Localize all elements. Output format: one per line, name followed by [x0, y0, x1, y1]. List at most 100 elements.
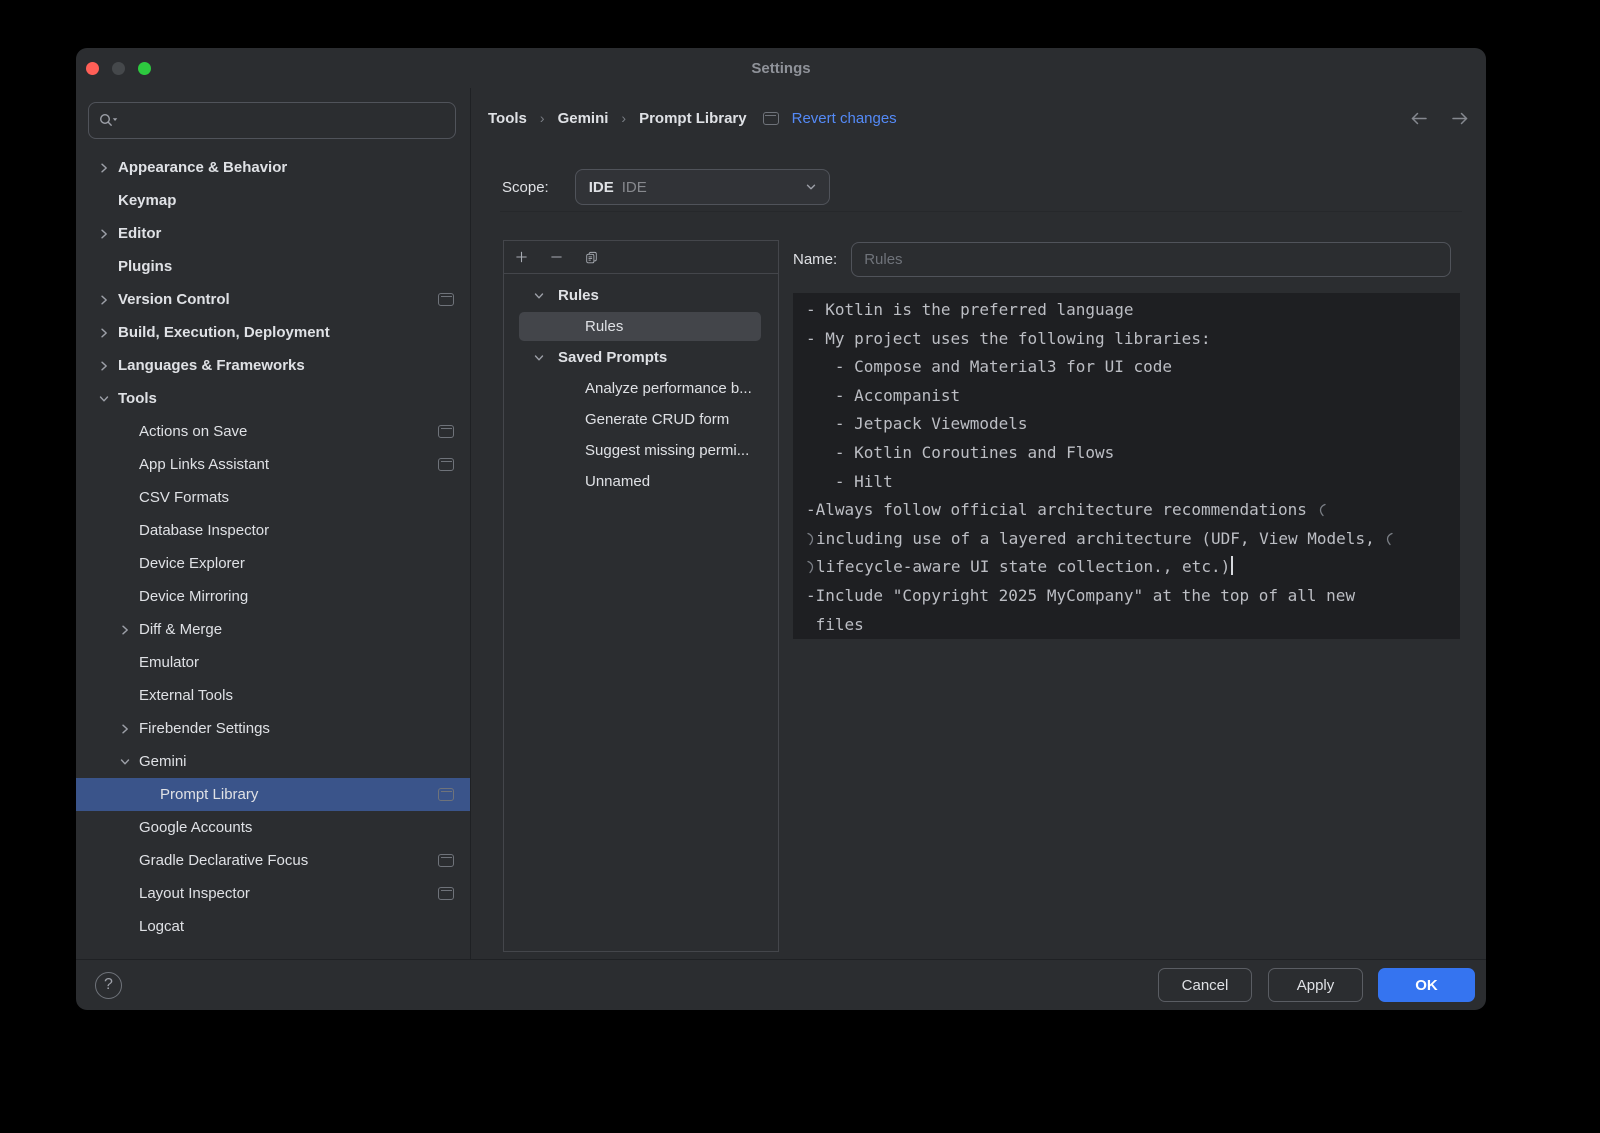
chevron-spacer: [117, 853, 139, 869]
chevron-down-icon[interactable]: [117, 754, 139, 770]
sidebar-item-diff-merge[interactable]: Diff & Merge: [76, 613, 470, 646]
sidebar-item-prompt-library[interactable]: Prompt Library: [76, 778, 470, 811]
sidebar-item-appearance-behavior[interactable]: Appearance & Behavior: [76, 151, 470, 184]
sidebar-item-version-control[interactable]: Version Control: [76, 283, 470, 316]
zoom-window-button[interactable]: [138, 62, 151, 75]
sidebar-item-external-tools[interactable]: External Tools: [76, 679, 470, 712]
apply-button[interactable]: Apply: [1268, 968, 1363, 1002]
soft-wrap-icon: [1384, 527, 1394, 556]
editor-line-text: -Include "Copyright 2025 MyCompany" at t…: [806, 586, 1355, 605]
prompt-tree-item-saved-prompts[interactable]: Saved Prompts: [504, 342, 778, 373]
sidebar-item-label: Plugins: [118, 258, 172, 275]
chevron-right-icon[interactable]: [96, 160, 118, 176]
sidebar-item-label: Editor: [118, 225, 161, 242]
sidebar-item-label: Appearance & Behavior: [118, 159, 287, 176]
chevron-right-icon[interactable]: [117, 721, 139, 737]
settings-content: Tools›Gemini›Prompt LibraryRevert change…: [471, 88, 1486, 960]
add-prompt-button[interactable]: [509, 245, 534, 270]
breadcrumb-segment-tools[interactable]: Tools: [488, 110, 527, 127]
sidebar-item-device-mirroring[interactable]: Device Mirroring: [76, 580, 470, 613]
editor-line-text: -Always follow official architecture rec…: [806, 500, 1317, 519]
section-divider: [500, 211, 1462, 212]
prompt-tree-item-rules[interactable]: Rules: [504, 280, 778, 311]
sidebar-item-tools[interactable]: Tools: [76, 382, 470, 415]
prompt-tree-item-analyze-performance-b[interactable]: Analyze performance b...: [504, 373, 778, 404]
editor-line: files: [806, 611, 1460, 640]
prompt-tree-item-unnamed[interactable]: Unnamed: [504, 466, 778, 497]
sidebar-item-keymap[interactable]: Keymap: [76, 184, 470, 217]
name-label: Name:: [793, 251, 837, 268]
sidebar-item-plugins[interactable]: Plugins: [76, 250, 470, 283]
breadcrumb-segment-prompt-library[interactable]: Prompt Library: [639, 110, 747, 127]
remove-prompt-button[interactable]: [544, 245, 569, 270]
sidebar-item-database-inspector[interactable]: Database Inspector: [76, 514, 470, 547]
sidebar-item-label: Gradle Declarative Focus: [139, 852, 308, 869]
scope-dropdown[interactable]: IDE IDE: [575, 169, 830, 205]
chevron-down-icon[interactable]: [531, 350, 558, 366]
prompt-tree: RulesRulesSaved PromptsAnalyze performan…: [504, 274, 778, 497]
sidebar-item-layout-inspector[interactable]: Layout Inspector: [76, 877, 470, 910]
title-bar: Settings: [76, 48, 1486, 88]
chevron-right-icon[interactable]: [96, 358, 118, 374]
sidebar-item-gemini[interactable]: Gemini: [76, 745, 470, 778]
prompt-tree-item-label: Analyze performance b...: [585, 380, 752, 397]
search-input[interactable]: [88, 102, 456, 139]
sidebar-item-csv-formats[interactable]: CSV Formats: [76, 481, 470, 514]
editor-line: - Jetpack Viewmodels: [806, 410, 1460, 439]
chevron-spacer: [96, 193, 118, 209]
breadcrumb-segment-gemini[interactable]: Gemini: [558, 110, 609, 127]
chevron-right-icon[interactable]: [96, 226, 118, 242]
prompt-toolbar: [504, 241, 778, 274]
sidebar-item-emulator[interactable]: Emulator: [76, 646, 470, 679]
sidebar-item-label: Tools: [118, 390, 157, 407]
sidebar-item-editor[interactable]: Editor: [76, 217, 470, 250]
prompt-tree-item-label: Generate CRUD form: [585, 411, 729, 428]
prompt-tree-item-generate-crud-form[interactable]: Generate CRUD form: [504, 404, 778, 435]
editor-line-text: - Compose and Material3 for UI code: [806, 357, 1172, 376]
prompt-tree-item-rules-selected[interactable]: Rules: [504, 311, 778, 342]
scope-value-prefix: IDE: [589, 179, 614, 196]
editor-line: -Include "Copyright 2025 MyCompany" at t…: [806, 582, 1460, 611]
editor-line: lifecycle-aware UI state collection., et…: [806, 553, 1460, 582]
chevron-right-icon[interactable]: [96, 292, 118, 308]
prompt-tree-item-label: Unnamed: [585, 473, 650, 490]
chevron-right-icon[interactable]: [117, 622, 139, 638]
sidebar-item-firebender-settings[interactable]: Firebender Settings: [76, 712, 470, 745]
sidebar-item-app-links-assistant[interactable]: App Links Assistant: [76, 448, 470, 481]
chevron-down-icon: [803, 179, 819, 195]
back-arrow-icon[interactable]: [1409, 111, 1430, 126]
cancel-button[interactable]: Cancel: [1158, 968, 1252, 1002]
editor-line: - Accompanist: [806, 382, 1460, 411]
sidebar-item-actions-on-save[interactable]: Actions on Save: [76, 415, 470, 448]
forward-arrow-icon[interactable]: [1449, 111, 1470, 126]
prompt-text-editor[interactable]: - Kotlin is the preferred language- My p…: [793, 293, 1460, 639]
settings-window: Settings Appearance & Behavior Keymap Edit…: [76, 48, 1486, 1010]
help-button[interactable]: ?: [95, 972, 122, 999]
prompt-tree-item-suggest-missing-permi[interactable]: Suggest missing permi...: [504, 435, 778, 466]
sidebar-item-gradle-declarative-focus[interactable]: Gradle Declarative Focus: [76, 844, 470, 877]
close-window-button[interactable]: [86, 62, 99, 75]
sidebar-item-google-accounts[interactable]: Google Accounts: [76, 811, 470, 844]
chevron-down-icon[interactable]: [96, 391, 118, 407]
name-row: Name:: [793, 242, 1451, 277]
sidebar-item-device-explorer[interactable]: Device Explorer: [76, 547, 470, 580]
sidebar-item-languages-frameworks[interactable]: Languages & Frameworks: [76, 349, 470, 382]
sidebar-item-label: Device Mirroring: [139, 588, 248, 605]
ok-button[interactable]: OK: [1378, 968, 1475, 1002]
sidebar-item-build-execution-deployment[interactable]: Build, Execution, Deployment: [76, 316, 470, 349]
revert-changes-link[interactable]: Revert changes: [792, 110, 897, 127]
ide-settings-icon: [438, 788, 454, 801]
editor-line-text: - Kotlin is the preferred language: [806, 300, 1134, 319]
sidebar-item-logcat[interactable]: Logcat: [76, 910, 470, 943]
editor-line-text: - Kotlin Coroutines and Flows: [806, 443, 1114, 462]
chevron-down-icon[interactable]: [531, 288, 558, 304]
copy-prompt-button[interactable]: [579, 245, 604, 270]
minimize-window-button[interactable]: [112, 62, 125, 75]
editor-line: including use of a layered architecture …: [806, 525, 1460, 554]
breadcrumb-separator: ›: [621, 110, 626, 126]
editor-line-text: - Hilt: [806, 472, 893, 491]
scope-value: IDE: [622, 179, 647, 196]
prompt-name-input[interactable]: [851, 242, 1451, 277]
modified-indicator-icon: [763, 112, 779, 125]
chevron-right-icon[interactable]: [96, 325, 118, 341]
